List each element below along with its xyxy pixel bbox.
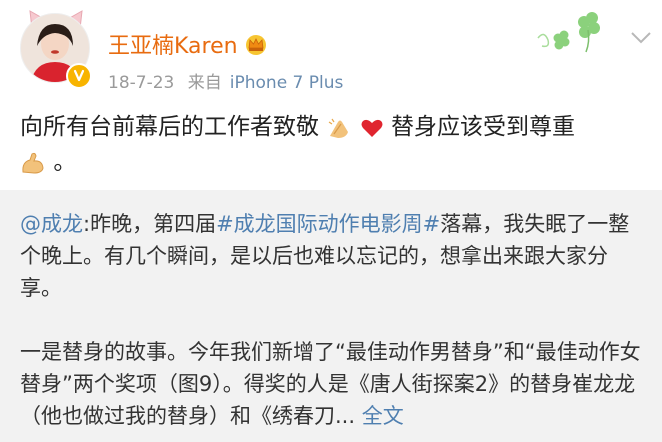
post-content: 向所有台前幕后的工作者致敬 替身应该受到尊重 。 (20, 110, 640, 180)
red-heart-icon (361, 119, 383, 137)
verified-badge-icon (66, 63, 92, 89)
post-meta: 18-7-23 来自 iPhone 7 Plus (108, 68, 351, 93)
post-text-part2: 替身应该受到尊重 (390, 114, 575, 140)
post-text-part3: 。 (53, 149, 77, 175)
chevron-down-icon[interactable] (630, 30, 652, 46)
post-header: 王亚楠Karen 18-7-23 来自 iPhone 7 Plus (0, 0, 662, 100)
avatar-container[interactable] (20, 10, 92, 89)
source-prefix: 来自 (187, 73, 222, 93)
full-text-link[interactable]: 全文 (362, 404, 404, 428)
hashtag-link[interactable]: #成龙国际动作电影周# (216, 212, 440, 236)
username-link[interactable]: 王亚楠Karen (108, 28, 268, 60)
clap-hands-icon (328, 118, 349, 138)
vip-crown-icon (245, 35, 266, 55)
mention-link[interactable]: @成龙 (20, 212, 83, 236)
flexed-biceps-icon (22, 152, 44, 174)
repost-paragraph2: 一是替身的故事。今年我们新增了“最佳动作男替身”和“最佳动作女替身”两个奖项（图… (20, 340, 641, 428)
post-text-part1: 向所有台前幕后的工作者致敬 (20, 114, 319, 140)
clover-decoration-icon (537, 12, 600, 53)
post-date: 18-7-23 (108, 73, 175, 93)
source-device[interactable]: iPhone 7 Plus (230, 73, 344, 93)
repost-content: @成龙:昨晚，第四届#成龙国际动作电影周#落幕，我失眠了一整个晚上。有几个瞬间，… (20, 208, 646, 432)
repost-card[interactable]: @成龙:昨晚，第四届#成龙国际动作电影周#落幕，我失眠了一整个晚上。有几个瞬间，… (0, 190, 662, 442)
username-text[interactable]: 王亚楠Karen (108, 28, 238, 60)
repost-text-part1: :昨晚，第四届 (83, 212, 217, 236)
